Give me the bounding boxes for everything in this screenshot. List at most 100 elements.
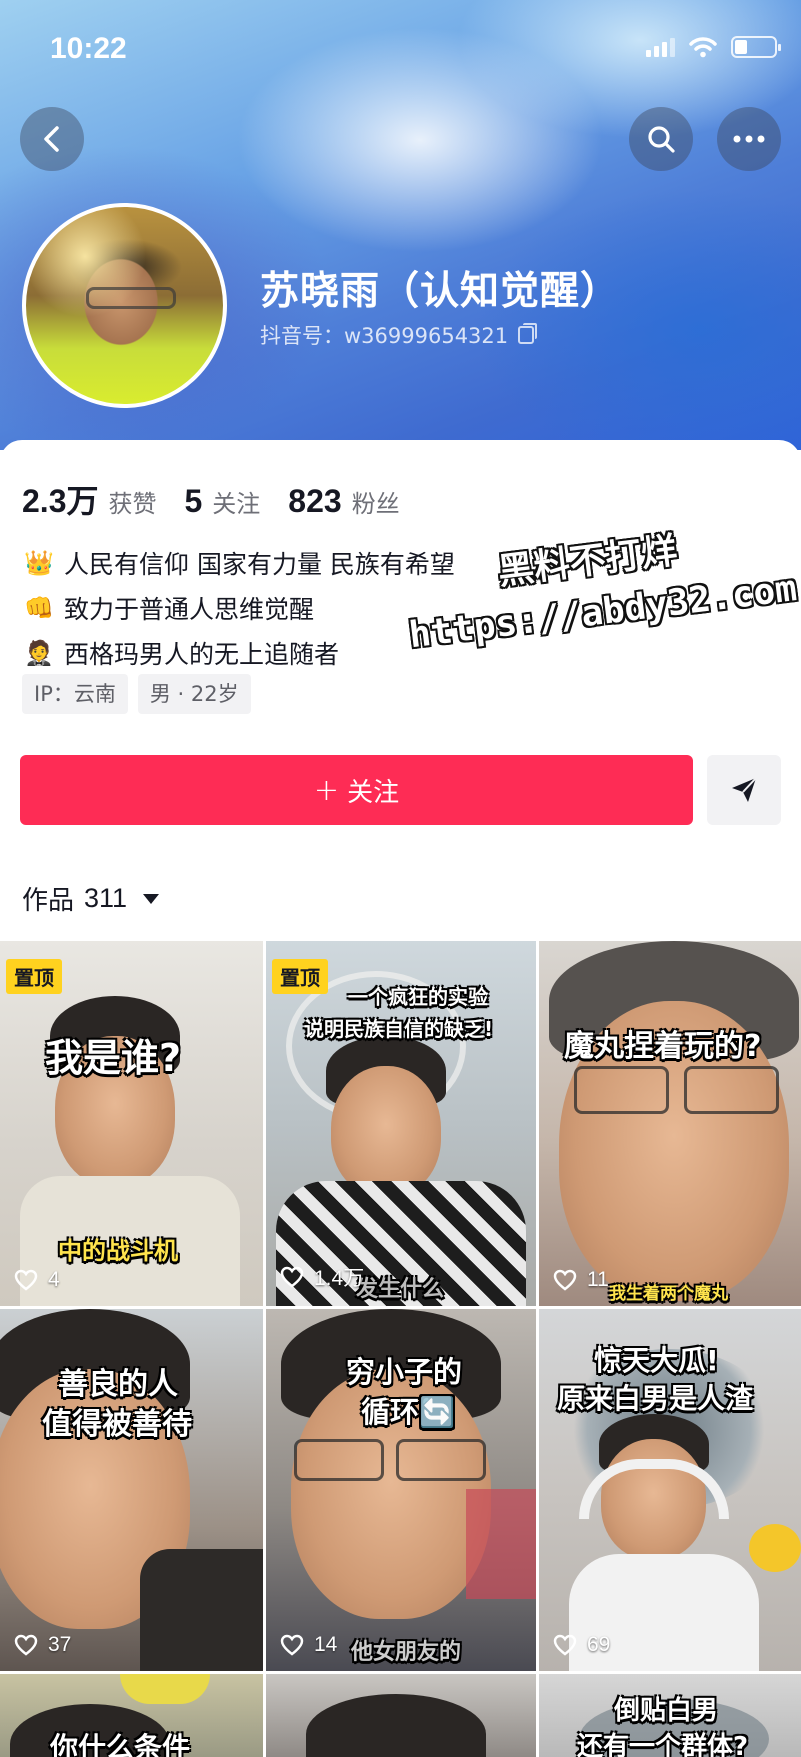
works-count: 311 (84, 883, 128, 913)
video-thumbnail[interactable]: 善良的人 值得被善待 37 (0, 1309, 263, 1671)
thumbnail-photo (331, 1066, 441, 1196)
stat-label: 关注 (212, 490, 261, 518)
back-button[interactable] (20, 107, 84, 171)
search-button[interactable] (629, 107, 693, 171)
like-count: 4 (14, 1268, 60, 1292)
heart-icon (14, 1269, 38, 1291)
like-count: 14 (280, 1633, 337, 1657)
stat-value: 823 (288, 483, 342, 519)
follow-label: 关注 (347, 777, 400, 808)
bio-text: 人民有信仰 国家有力量 民族有希望 (64, 549, 455, 579)
video-thumbnail[interactable] (266, 1674, 536, 1757)
video-caption: 穷小子的 (346, 1355, 463, 1389)
like-count-value: 1.4万 (314, 1267, 365, 1290)
stat-label: 粉丝 (351, 490, 400, 518)
like-count-value: 11 (587, 1268, 609, 1291)
heart-icon (280, 1634, 304, 1656)
status-bar: 10:22 (0, 0, 801, 100)
profile-name: 苏晓雨（认知觉醒） (260, 269, 621, 314)
back-arrow-icon (44, 126, 59, 152)
dropdown-caret-icon (143, 893, 160, 904)
fist-icon: 👊 (24, 593, 54, 622)
thumbnail-photo (294, 1439, 384, 1481)
suit-man-icon: 🤵 (24, 638, 54, 667)
bio-text: 西格玛男人的无上追随者 (64, 639, 340, 669)
works-tab[interactable]: 作品 311 (22, 880, 160, 917)
thumbnail-photo (466, 1489, 536, 1599)
bio-line: 👑 人民有信仰 国家有力量 民族有希望 (22, 540, 455, 585)
video-thumbnail[interactable]: 置顶 我是谁? 中的战斗机 4 (0, 941, 263, 1306)
pinned-badge: 置顶 (6, 959, 62, 994)
like-count: 1.4万 (280, 1262, 364, 1292)
video-thumbnail[interactable]: 置顶 一个疯狂的实验 说明民族自信的缺乏! 发生什么 1.4万 (266, 941, 536, 1306)
stat-likes[interactable]: 2.3万 获赞 (22, 476, 157, 522)
thumbnail-photo (120, 1674, 210, 1704)
heart-icon (280, 1266, 304, 1288)
thumbnail-photo (749, 1524, 801, 1572)
video-caption: 惊天大瓜! (594, 1344, 719, 1377)
video-thumbnail[interactable]: 惊天大瓜! 原来白男是人渣 69 (539, 1309, 801, 1671)
video-caption-line-2: 循环🔄 (361, 1395, 456, 1429)
like-count: 11 (553, 1268, 609, 1292)
avatar-photo (86, 287, 176, 309)
video-thumbnail[interactable]: 魔丸捏着玩的? 我生着两个魔丸 11 (539, 941, 801, 1306)
video-subcaption: 他女朋友的 (351, 1640, 462, 1665)
douyin-id-text: 抖音号：w36999654321 (260, 324, 509, 348)
video-thumbnail[interactable]: 穷小子的 循环🔄 他女朋友的 14 (266, 1309, 536, 1671)
stat-value: 5 (184, 483, 203, 519)
like-count-value: 69 (587, 1633, 611, 1656)
search-icon (648, 126, 675, 153)
video-subcaption: 发生什么 (356, 1277, 445, 1302)
like-count-value: 37 (48, 1633, 72, 1656)
pinned-badge: 置顶 (272, 959, 328, 994)
stat-value: 2.3万 (22, 483, 99, 519)
follow-button[interactable]: + 关注 (20, 755, 693, 825)
profile-tags: IP：云南 男 · 22岁 (22, 674, 251, 714)
bio-text: 致力于普通人思维觉醒 (64, 594, 315, 624)
video-caption: 我是谁? (45, 1036, 182, 1080)
crown-icon: 👑 (24, 548, 54, 577)
stat-following[interactable]: 5 关注 (185, 483, 261, 520)
video-thumbnail[interactable]: 倒贴白男 还有一个群体? (539, 1674, 801, 1757)
share-button[interactable] (707, 755, 781, 825)
video-subcaption: 我生着两个魔丸 (609, 1284, 728, 1304)
bio-line: 👊 致力于普通人思维觉醒 (22, 585, 455, 630)
thumbnail-photo (396, 1439, 486, 1481)
avatar[interactable] (22, 203, 227, 408)
thumbnail-photo (574, 1066, 669, 1114)
stat-label: 获赞 (108, 490, 157, 518)
more-button[interactable] (717, 107, 781, 171)
video-subcaption: 中的战斗机 (58, 1237, 178, 1265)
wifi-icon (689, 37, 717, 58)
douyin-id[interactable]: 抖音号：w36999654321 (260, 320, 538, 350)
video-caption-line-2: 说明民族自信的缺乏! (304, 1017, 494, 1041)
profile-header-background: 10:22 苏晓雨（认知觉醒） 抖音号：w36999654321 (0, 0, 801, 450)
video-caption: 一个疯狂的实验 (348, 985, 488, 1009)
like-count: 37 (14, 1633, 71, 1657)
cellular-signal-icon (646, 37, 675, 57)
video-caption: 魔丸捏着玩的? (564, 1029, 762, 1064)
heart-icon (14, 1634, 38, 1656)
more-icon (733, 135, 765, 143)
heart-icon (553, 1634, 577, 1656)
profile-bio: 👑 人民有信仰 国家有力量 民族有希望 👊 致力于普通人思维觉醒 🤵 西格玛男人… (22, 540, 455, 675)
status-icons (646, 36, 781, 58)
video-thumbnail[interactable]: 你什么条件 (0, 1674, 263, 1757)
profile-stats: 2.3万 获赞 5 关注 823 粉丝 (22, 476, 400, 522)
video-caption-line-2: 值得被善待 (42, 1407, 192, 1442)
video-caption: 你什么条件 (50, 1731, 191, 1757)
like-count-value: 4 (48, 1268, 60, 1291)
like-count-value: 14 (314, 1633, 338, 1656)
like-count: 69 (553, 1633, 610, 1657)
status-time: 10:22 (50, 32, 127, 65)
ip-location-tag: IP：云南 (22, 674, 128, 714)
thumbnail-photo (140, 1549, 263, 1671)
stat-followers[interactable]: 823 粉丝 (288, 483, 399, 520)
heart-icon (553, 1269, 577, 1291)
share-icon (732, 777, 757, 802)
battery-icon (731, 36, 781, 58)
thumbnail-photo (684, 1066, 779, 1114)
video-caption-line-2: 还有一个群体? (577, 1732, 749, 1757)
video-caption: 善良的人 (58, 1367, 178, 1402)
copy-icon[interactable] (518, 323, 538, 344)
